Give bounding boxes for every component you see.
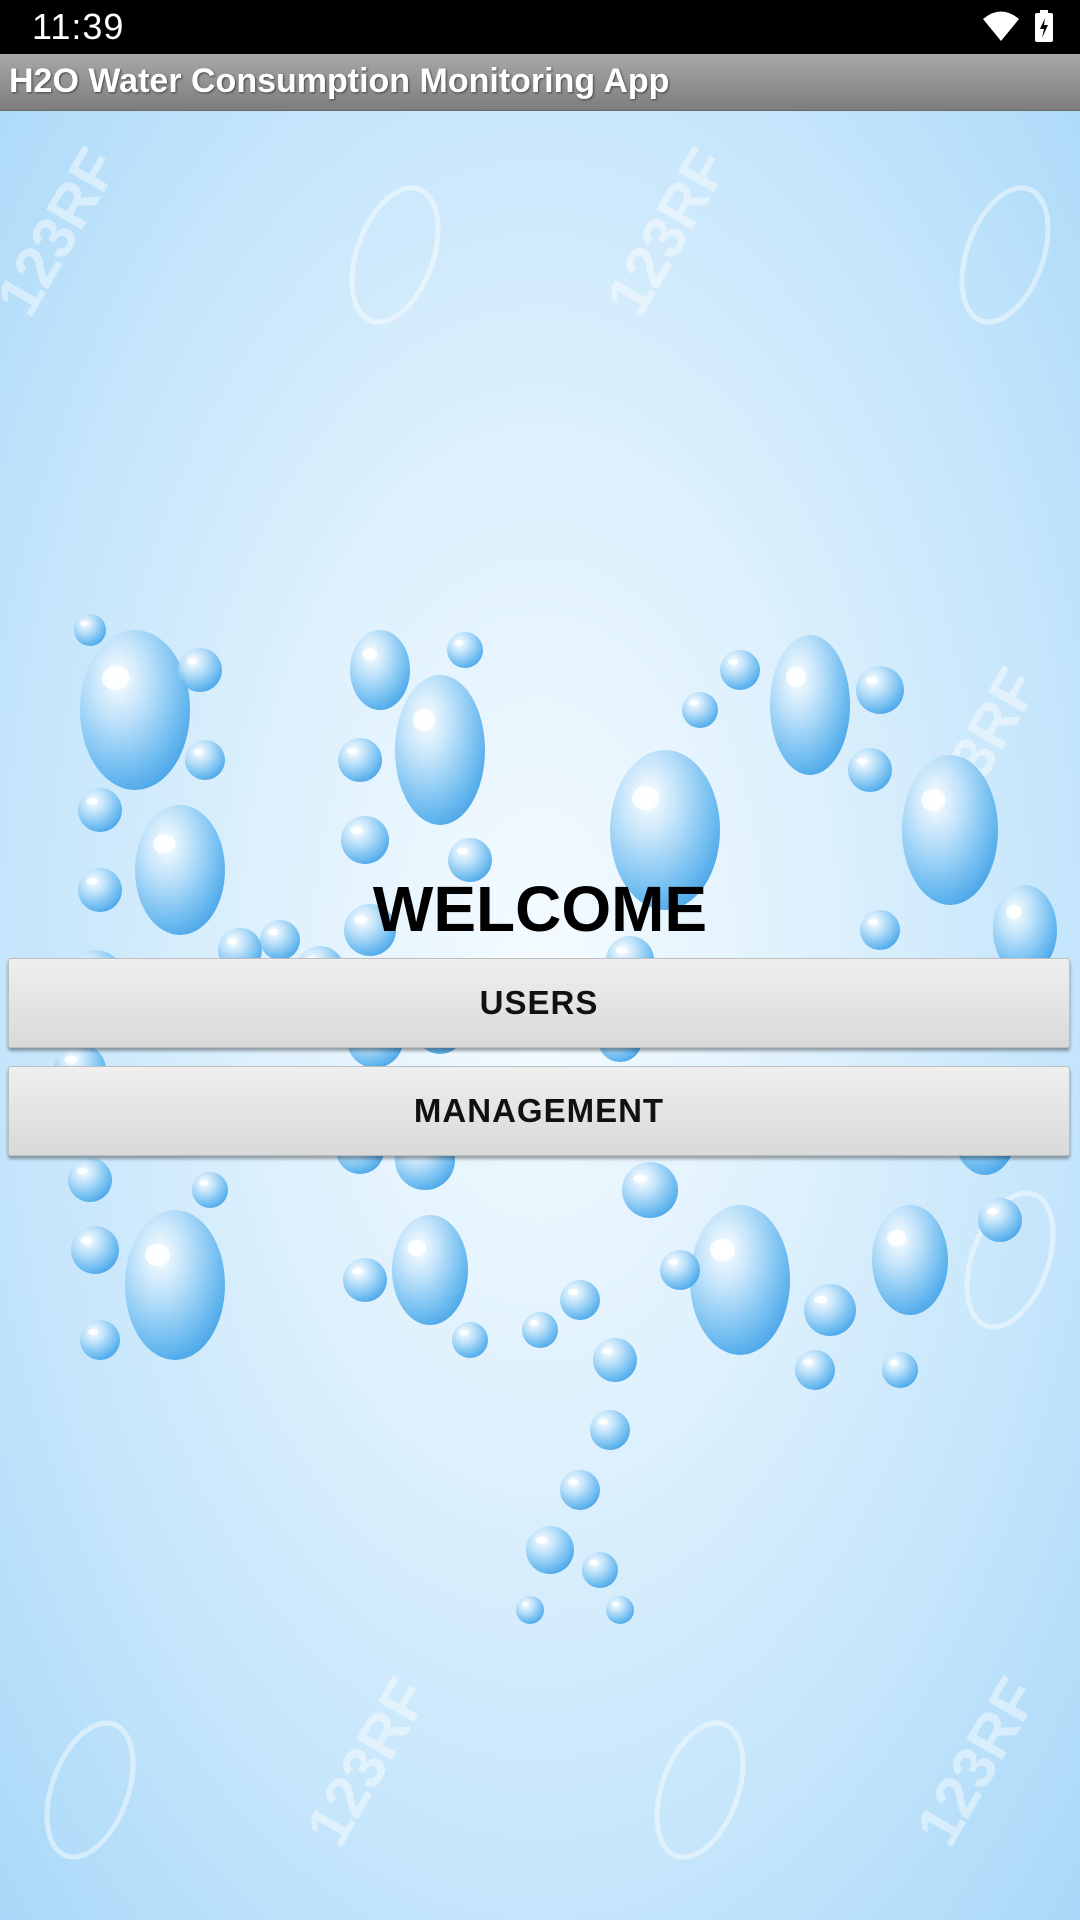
status-icons: [982, 10, 1054, 47]
watermark-text: 123RF: [593, 137, 741, 326]
users-button[interactable]: USERS: [8, 958, 1070, 1048]
battery-icon: [1034, 10, 1054, 47]
app-bar: H2O Water Consumption Monitoring App: [0, 54, 1080, 111]
wifi-icon: [982, 10, 1020, 47]
watermark-text: 123RF: [293, 1667, 441, 1856]
subscript-2-bubbles: [516, 1280, 637, 1624]
watermark-text: 123RF: [0, 137, 131, 326]
management-button[interactable]: MANAGEMENT: [8, 1066, 1070, 1156]
watermark-text: 123RF: [903, 1667, 1051, 1856]
app-title: H2O Water Consumption Monitoring App: [9, 62, 670, 100]
status-time: 11:39: [32, 6, 125, 47]
app-screen: 11:39 H2O Water Consumption Monitoring A…: [0, 0, 1080, 1920]
status-bar: 11:39: [0, 0, 1080, 54]
welcome-heading: WELCOME: [372, 873, 708, 945]
